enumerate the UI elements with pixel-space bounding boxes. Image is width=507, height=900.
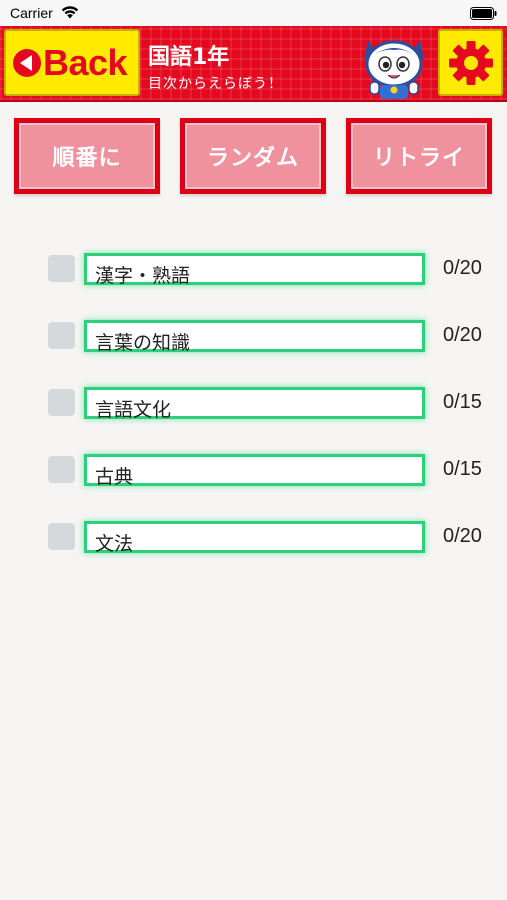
chapter-button[interactable]: 古典	[84, 454, 425, 488]
chapter-button[interactable]: 文法	[84, 521, 425, 555]
wifi-icon	[61, 6, 79, 19]
status-bar: Carrier	[0, 0, 507, 26]
chapter-checkbox[interactable]	[48, 523, 75, 550]
sequential-mode-button[interactable]: 順番に	[14, 118, 160, 194]
settings-button[interactable]	[438, 29, 503, 96]
chapter-label: 古典	[95, 466, 134, 488]
chapter-progress: 0/20	[443, 257, 482, 279]
chapter-row: 言葉の知識 0/20	[0, 320, 507, 356]
chapter-checkbox[interactable]	[48, 322, 75, 349]
chapter-checkbox[interactable]	[48, 389, 75, 416]
carrier-label: Carrier	[10, 5, 53, 21]
back-label: Back	[43, 41, 128, 83]
chapter-label: 言葉の知識	[95, 332, 191, 354]
page-subtitle: 目次からえらぼう！	[148, 76, 283, 92]
chapter-checkbox[interactable]	[48, 255, 75, 282]
chapter-progress: 0/20	[443, 525, 482, 547]
retry-mode-button[interactable]: リトライ	[346, 118, 492, 194]
mode-button-label: リトライ	[372, 146, 465, 171]
battery-icon	[470, 7, 497, 20]
chapter-label: 文法	[95, 533, 134, 555]
gear-icon	[448, 40, 493, 85]
back-button[interactable]: Back	[4, 29, 140, 96]
chapter-row: 文法 0/20	[0, 521, 507, 557]
header-bar: Back 国語1年 目次からえらぼう！	[0, 26, 507, 102]
chapter-progress: 0/15	[443, 391, 482, 413]
cat-mascot-icon	[364, 40, 424, 99]
chapter-row: 古典 0/15	[0, 454, 507, 490]
mode-button-label: 順番に	[52, 146, 122, 171]
chapter-label: 漢字・熟語	[95, 265, 191, 287]
chapter-progress: 0/20	[443, 324, 482, 346]
chapter-progress: 0/15	[443, 458, 482, 480]
chapter-row: 言語文化 0/15	[0, 387, 507, 423]
back-arrow-icon	[13, 48, 41, 77]
chapter-button[interactable]: 漢字・熟語	[84, 253, 425, 287]
page-title: 国語1年	[148, 45, 230, 70]
chapter-button[interactable]: 言語文化	[84, 387, 425, 421]
chapter-button[interactable]: 言葉の知識	[84, 320, 425, 354]
chapter-label: 言語文化	[95, 399, 172, 421]
chapter-checkbox[interactable]	[48, 456, 75, 483]
mode-button-label: ランダム	[206, 146, 299, 171]
chapter-row: 漢字・熟語 0/20	[0, 253, 507, 289]
random-mode-button[interactable]: ランダム	[180, 118, 326, 194]
